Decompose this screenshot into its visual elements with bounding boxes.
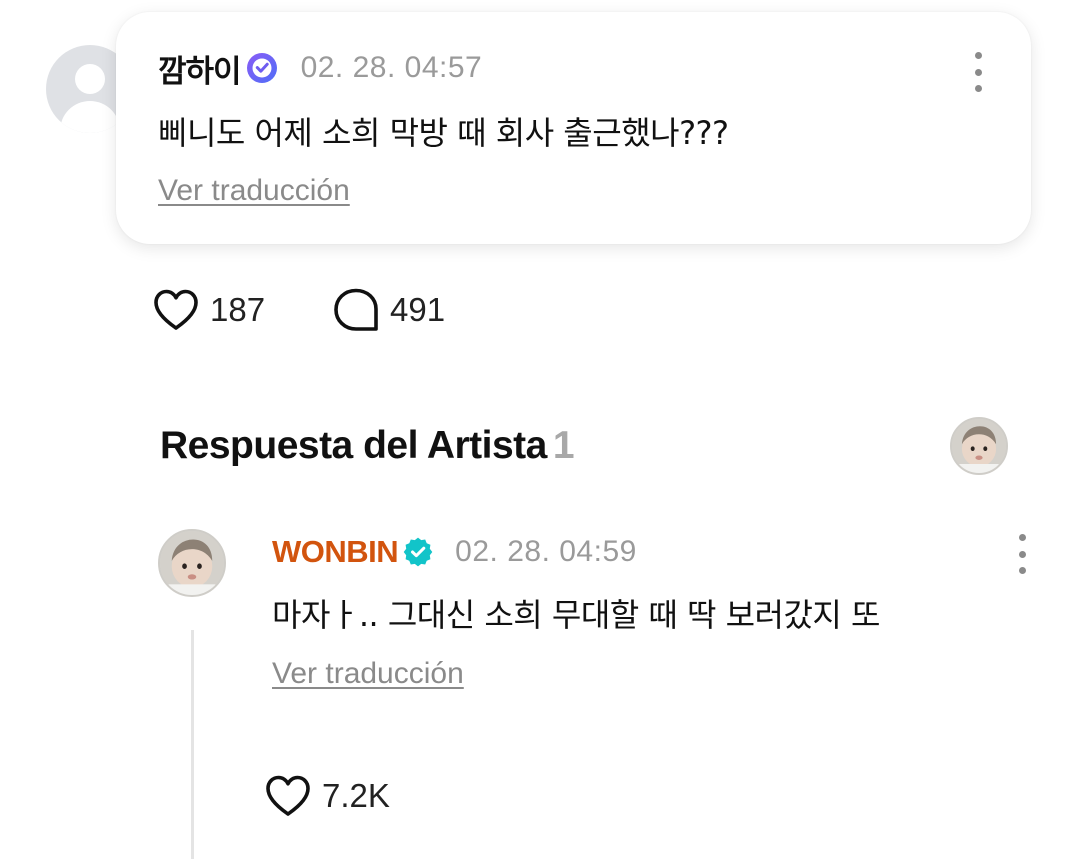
artist-avatar[interactable] xyxy=(158,529,226,597)
artist-reply-section-title: Respuesta del Artista 1 xyxy=(160,424,575,468)
comment-like-count: 187 xyxy=(210,291,266,328)
reply-like-button[interactable]: 7.2K xyxy=(262,770,390,822)
heart-outline-icon xyxy=(266,775,310,816)
artist-name[interactable]: WONBIN xyxy=(272,534,399,570)
comment-username[interactable]: 깜하이 xyxy=(158,46,242,91)
comment-like-button[interactable]: 187 xyxy=(150,284,265,336)
kebab-dot xyxy=(1018,567,1026,574)
kebab-dot xyxy=(974,52,982,59)
comment-header: 깜하이 02. 28. 04:57 xyxy=(158,46,483,91)
reply-translate-link[interactable]: Ver traducción xyxy=(272,657,464,691)
speech-bubble-outline-icon xyxy=(334,288,378,331)
artist-reply-title-text: Respuesta del Artista xyxy=(160,424,547,467)
reply-like-count: 7.2K xyxy=(322,777,390,814)
comment-reply-button[interactable]: 491 xyxy=(330,284,445,336)
reply-header: WONBIN 02. 28. 04:59 xyxy=(272,532,637,572)
avatar-body-shape xyxy=(60,101,120,133)
comment-more-button[interactable] xyxy=(972,52,984,92)
artist-photo-icon xyxy=(952,419,1006,473)
comment-timestamp: 02. 28. 04:57 xyxy=(300,51,483,84)
comment-translate-link[interactable]: Ver traducción xyxy=(158,174,350,208)
kebab-dot xyxy=(974,85,982,92)
artist-reply-count: 1 xyxy=(552,424,575,467)
comment-body-text: 삐니도 어제 소희 막방 때 회사 출근했나??? xyxy=(158,114,729,152)
avatar-head-shape xyxy=(75,64,105,94)
thread-connector-line xyxy=(191,630,194,859)
kebab-dot xyxy=(1018,550,1026,558)
reply-more-button[interactable] xyxy=(1016,534,1028,574)
reply-body-text: 마자ㅏ.. 그대신 소희 무대할 때 딱 보러갔지 또 xyxy=(272,596,880,634)
comment-thread-page: 깜하이 02. 28. 04:57 삐니도 어제 소희 막방 때 회사 출근했나… xyxy=(0,0,1079,859)
verified-heart-badge-icon xyxy=(246,53,277,83)
comment-reply-count: 491 xyxy=(390,291,446,328)
kebab-dot xyxy=(1018,534,1026,541)
comment-card: 깜하이 02. 28. 04:57 삐니도 어제 소희 막방 때 회사 출근했나… xyxy=(116,12,1031,244)
kebab-dot xyxy=(974,68,982,76)
artist-photo-icon xyxy=(160,531,224,595)
verified-check-badge-icon xyxy=(403,537,433,567)
reply-timestamp: 02. 28. 04:59 xyxy=(455,535,637,568)
heart-outline-icon xyxy=(154,289,198,330)
artist-avatar-small[interactable] xyxy=(950,417,1008,475)
